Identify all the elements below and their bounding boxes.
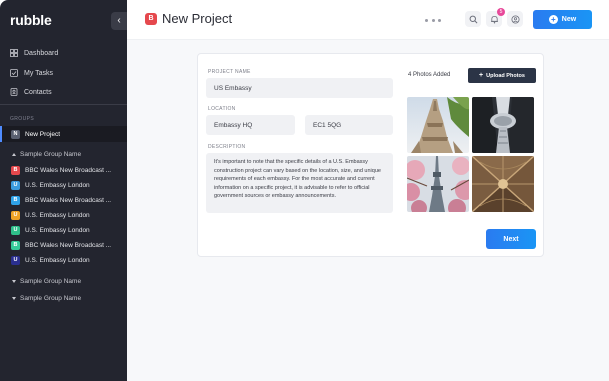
project-badge: B [11,166,20,175]
group-name: Sample Group Name [20,278,82,285]
sidebar-item-label: New Project [25,130,61,138]
notification-count-badge: 5 [497,8,505,16]
project-badge: U [11,211,20,220]
plus-icon: + [548,15,558,24]
list-item[interactable]: BBC Wales New Broadcast ... [25,242,125,249]
plus-icon: + [479,72,484,79]
caret-down-icon [12,297,16,300]
caret-up-icon [12,153,16,156]
project-name-input[interactable]: US Embassy [206,78,393,98]
new-project-form: PROJECT NAME US Embassy LOCATION Embassy… [197,53,544,257]
postcode-input[interactable]: EC1 5QG [305,115,393,135]
photo-thumbnail-tower-blossoms[interactable] [407,156,469,212]
list-item[interactable]: BBC Wales New Broadcast ... [25,197,125,204]
list-item[interactable]: U.S. Embassy London [25,257,125,264]
collapse-sidebar-button[interactable]: ‹ [111,12,127,30]
user-circle-icon [510,14,520,24]
top-header: B New Project 5 + New [127,0,609,40]
photo-thumbnail-temple-spire[interactable] [407,97,469,153]
upload-photos-label: Upload Photos [486,72,525,79]
contact-book-icon [10,88,18,96]
project-badge: U [11,181,20,190]
search-icon [469,15,477,23]
project-badge: B [145,13,157,25]
groups-heading: GROUPS [10,116,35,122]
sidebar-item-label: My Tasks [24,69,54,77]
sidebar-item-dashboard[interactable]: Dashboard [10,46,58,60]
group-header-3[interactable]: Sample Group Name [12,295,81,302]
new-button[interactable]: + New [533,10,592,29]
upload-photos-button[interactable]: + Upload Photos [468,68,536,83]
chevron-left-icon: ‹ [117,15,121,26]
search-button[interactable] [465,11,481,27]
list-item[interactable]: BBC Wales New Broadcast ... [25,167,125,174]
list-item[interactable]: U.S. Embassy London [25,227,125,234]
sidebar-item-new-project[interactable]: N New Project [0,126,127,142]
sidebar: rubble ‹ Dashboard My Tasks Contacts GRO… [0,0,127,381]
photos-added-count: 4 Photos Added [408,72,451,78]
photo-thumbnail-tower-dark[interactable] [472,97,534,153]
project-badge: B [11,241,20,250]
description-textarea[interactable]: It's important to note that the specific… [206,153,393,213]
list-item[interactable]: U.S. Embassy London [25,212,125,219]
photo-thumbnail-vaulted-ceiling[interactable] [472,156,534,212]
project-name-label: PROJECT NAME [208,69,251,75]
group-name: Sample Group Name [20,151,82,158]
sidebar-item-label: Dashboard [24,49,59,57]
profile-button[interactable] [507,11,523,27]
caret-down-icon [12,280,16,283]
project-badge: N [11,129,20,139]
group-header-2[interactable]: Sample Group Name [12,278,81,285]
group-name: Sample Group Name [20,295,82,302]
project-badge: U [11,226,20,235]
project-badge: B [11,196,20,205]
group-header-1[interactable]: Sample Group Name [12,151,81,158]
location-input[interactable]: Embassy HQ [206,115,295,135]
sidebar-item-label: Contacts [24,88,52,96]
project-badge: U [11,256,20,265]
location-label: LOCATION [208,106,236,112]
description-label: DESCRIPTION [208,144,246,150]
main-content: PROJECT NAME US Embassy LOCATION Embassy… [127,40,609,381]
grid-icon [10,49,18,57]
active-indicator [0,126,2,142]
sidebar-item-contacts[interactable]: Contacts [10,85,52,99]
sidebar-divider [0,104,127,105]
next-button[interactable]: Next [486,229,536,249]
bell-icon [490,15,498,23]
more-options-icon[interactable] [425,13,441,27]
sidebar-item-my-tasks[interactable]: My Tasks [10,66,53,80]
page-title: New Project [162,11,233,26]
checkbox-icon [10,69,18,77]
new-button-label: New [561,16,577,23]
list-item[interactable]: U.S. Embassy London [25,182,125,189]
rubble-logo[interactable]: rubble [10,12,52,28]
